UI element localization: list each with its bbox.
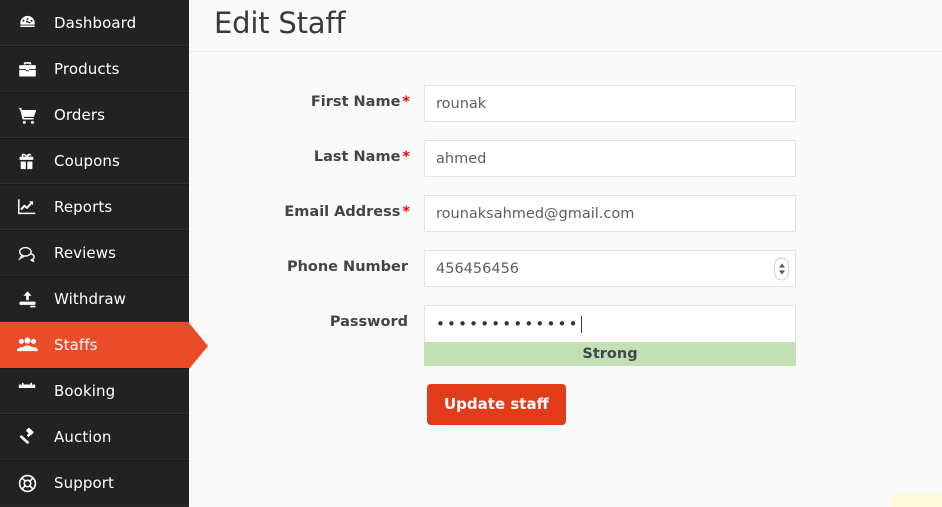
sidebar-item-booking[interactable]: Booking bbox=[0, 368, 189, 414]
form-row-submit: Update staff bbox=[189, 384, 942, 425]
comments-icon bbox=[0, 245, 54, 262]
sidebar-item-label: Products bbox=[54, 60, 120, 78]
password-strength-label: Strong bbox=[582, 346, 638, 362]
sidebar-item-dashboard[interactable]: Dashboard bbox=[0, 0, 189, 46]
first-name-label: First Name * bbox=[189, 85, 424, 111]
notification-toast[interactable] bbox=[890, 493, 942, 507]
sidebar-item-label: Orders bbox=[54, 106, 106, 124]
number-stepper[interactable] bbox=[774, 257, 789, 280]
sidebar-item-coupons[interactable]: Coupons bbox=[0, 138, 189, 184]
sidebar-item-reviews[interactable]: Reviews bbox=[0, 230, 189, 276]
gift-icon bbox=[0, 152, 54, 171]
text-cursor bbox=[580, 315, 582, 333]
sidebar-item-label: Reports bbox=[54, 198, 113, 216]
line-chart-icon bbox=[0, 198, 54, 216]
sidebar-item-orders[interactable]: Orders bbox=[0, 92, 189, 138]
sidebar-item-label: Auction bbox=[54, 428, 112, 446]
password-masked-value: ••••••••••••• bbox=[436, 314, 580, 333]
users-group-icon bbox=[0, 337, 54, 353]
sidebar-item-label: Coupons bbox=[54, 152, 120, 170]
sidebar-item-label: Reviews bbox=[54, 244, 117, 262]
form-row-password: Password ••••••••••••• Strong bbox=[189, 305, 942, 366]
password-wrap: ••••••••••••• Strong bbox=[424, 305, 796, 366]
briefcase-icon bbox=[0, 61, 54, 78]
form-row-first-name: First Name * bbox=[189, 85, 942, 122]
sidebar-item-withdraw[interactable]: Withdraw bbox=[0, 276, 189, 322]
email-input[interactable] bbox=[424, 195, 796, 232]
sidebar-item-label: Dashboard bbox=[54, 13, 137, 32]
upload-icon bbox=[0, 290, 54, 309]
shopping-cart-icon bbox=[0, 106, 54, 125]
password-strength-meter: Strong bbox=[424, 342, 796, 366]
sidebar-item-products[interactable]: Products bbox=[0, 46, 189, 92]
label-text: Password bbox=[329, 314, 408, 330]
sidebar-item-reports[interactable]: Reports bbox=[0, 184, 189, 230]
email-label: Email Address * bbox=[189, 195, 424, 221]
last-name-field-wrap bbox=[424, 140, 796, 177]
life-ring-icon bbox=[0, 474, 54, 493]
main-content: Edit Staff First Name* Last Name* bbox=[189, 0, 942, 507]
form-row-last-name: Last Name * bbox=[189, 140, 942, 177]
label-text: First Name bbox=[310, 94, 401, 110]
sidebar-item-label: Staffs bbox=[54, 336, 98, 354]
required-asterisk: * bbox=[402, 149, 410, 165]
phone-label: Phone Number bbox=[189, 250, 424, 276]
edit-staff-form: First Name* Last Name* Email Address* bbox=[189, 52, 942, 425]
stepper-down-icon[interactable] bbox=[778, 270, 785, 274]
form-row-email: Email Address * bbox=[189, 195, 942, 232]
last-name-label: Last Name * bbox=[189, 140, 424, 166]
phone-number-input[interactable] bbox=[424, 250, 796, 287]
sidebar-item-label: Support bbox=[54, 474, 114, 492]
admin-page: Dashboard Products Orders Coupons Report… bbox=[0, 0, 942, 507]
sidebar-item-label: Booking bbox=[54, 382, 116, 400]
required-asterisk: * bbox=[402, 94, 410, 110]
password-label: Password bbox=[189, 305, 424, 331]
sidebar-item-staffs[interactable]: Staffs bbox=[0, 322, 208, 369]
label-text: Phone Number bbox=[286, 259, 408, 275]
submit-spacer bbox=[189, 384, 424, 425]
password-input[interactable]: ••••••••••••• bbox=[424, 305, 796, 342]
first-name-field-wrap bbox=[424, 85, 796, 122]
calendar-icon bbox=[0, 382, 54, 400]
phone-number-wrap bbox=[424, 250, 796, 287]
stepper-up-icon[interactable] bbox=[778, 263, 785, 267]
required-asterisk: * bbox=[402, 204, 410, 220]
sidebar-item-support[interactable]: Support bbox=[0, 460, 189, 506]
label-text: Last Name bbox=[313, 149, 401, 165]
sidebar-item-label: Withdraw bbox=[54, 290, 127, 308]
gavel-icon bbox=[0, 427, 54, 447]
email-field-wrap bbox=[424, 195, 796, 232]
first-name-input[interactable] bbox=[424, 85, 796, 122]
last-name-input[interactable] bbox=[424, 140, 796, 177]
sidebar-nav: Dashboard Products Orders Coupons Report… bbox=[0, 0, 208, 507]
update-staff-button[interactable]: Update staff bbox=[427, 384, 566, 425]
password-field-wrap: ••••••••••••• Strong bbox=[424, 305, 796, 366]
phone-field-wrap bbox=[424, 250, 796, 287]
page-title: Edit Staff bbox=[214, 6, 346, 40]
form-row-phone: Phone Number bbox=[189, 250, 942, 287]
dashboard-gauge-icon bbox=[0, 13, 54, 32]
label-text: Email Address bbox=[284, 204, 401, 220]
sidebar-item-auction[interactable]: Auction bbox=[0, 414, 189, 460]
